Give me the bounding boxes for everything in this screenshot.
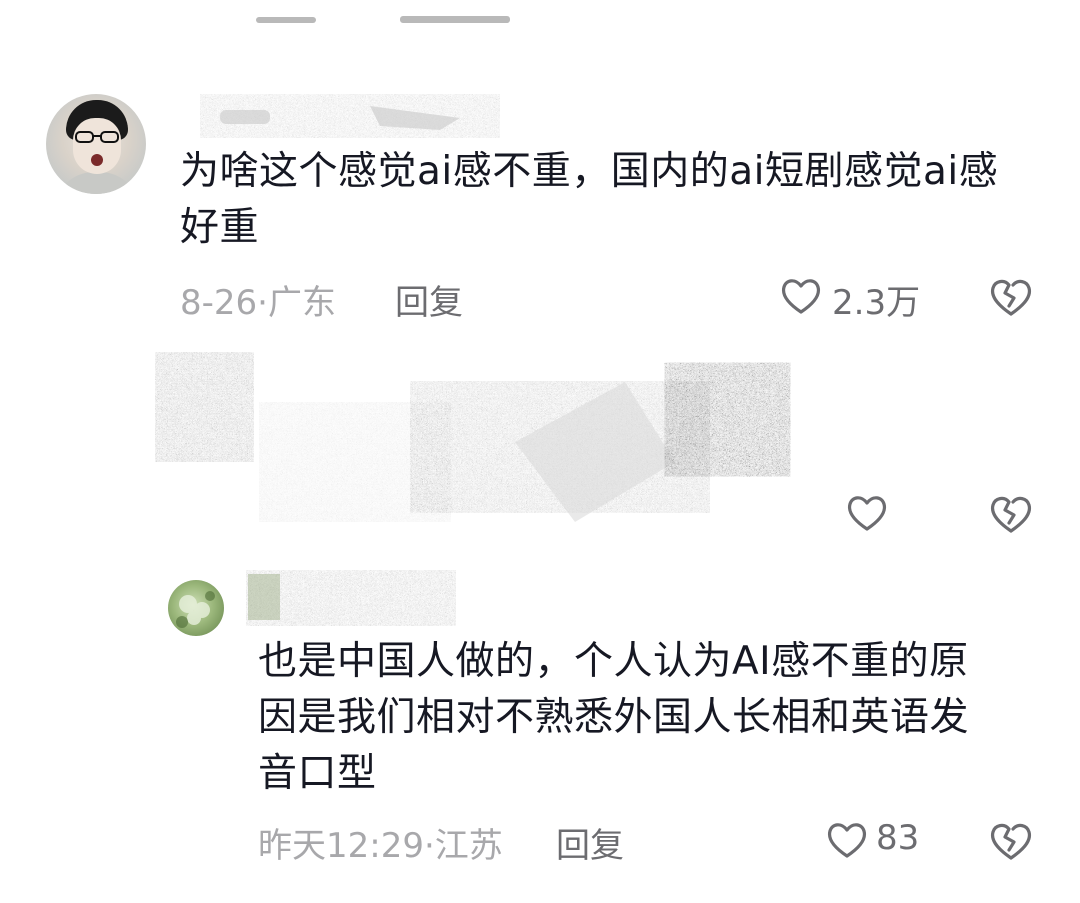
heart-outline-icon — [781, 279, 821, 314]
comment-text-line: 音口型 — [258, 751, 377, 796]
comment-text-line: 为啥这个感觉ai感不重，国内的ai短剧感觉ai感 — [180, 149, 999, 194]
redacted-top-text — [250, 12, 530, 26]
heart-outline-icon — [827, 823, 867, 858]
comment-text-line: 好重 — [180, 205, 260, 250]
comment-date-location: 昨天12:29·江苏 — [258, 826, 503, 866]
like-button[interactable] — [826, 820, 868, 860]
reply-button[interactable]: 回复 — [556, 818, 624, 867]
commenter-avatar[interactable] — [46, 94, 146, 194]
like-count: 83 — [876, 818, 920, 858]
dislike-button[interactable] — [988, 820, 1034, 862]
comment-date-location: 8-26·广东 — [180, 283, 336, 323]
heart-outline-icon — [847, 496, 887, 531]
dislike-button[interactable] — [988, 276, 1034, 318]
reply-button[interactable]: 回复 — [395, 275, 463, 324]
dislike-button[interactable] — [988, 493, 1034, 535]
comment-text: 为啥这个感觉ai感不重，国内的ai短剧感觉ai感 好重 — [180, 144, 1060, 256]
redacted-reply-block — [155, 352, 795, 544]
redacted-username — [200, 84, 500, 140]
like-button[interactable] — [846, 493, 888, 533]
like-count: 2.3万 — [832, 283, 921, 323]
like-button[interactable] — [780, 276, 822, 316]
broken-heart-icon — [990, 279, 1032, 316]
broken-heart-icon — [990, 496, 1032, 533]
comment-text-line: 因是我们相对不熟悉外国人长相和英语发 — [258, 695, 970, 740]
reply-avatar[interactable] — [168, 580, 224, 636]
comment-text-line: 也是中国人做的，个人认为AI感不重的原 — [258, 639, 969, 684]
broken-heart-icon — [990, 823, 1032, 860]
reply-text: 也是中国人做的，个人认为AI感不重的原 因是我们相对不熟悉外国人长相和英语发 音… — [258, 634, 1058, 802]
redacted-username — [246, 570, 456, 626]
